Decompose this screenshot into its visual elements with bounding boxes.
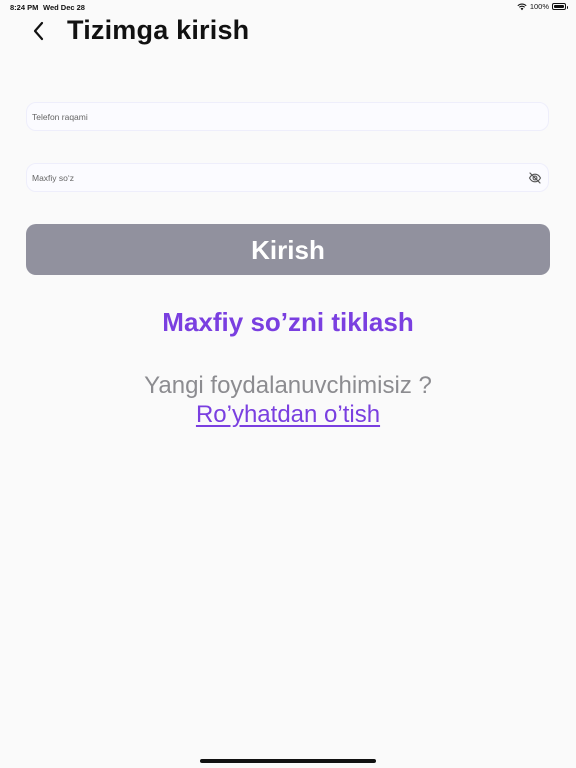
status-indicators: 100% xyxy=(517,2,568,11)
page-title: Tizimga kirish xyxy=(67,15,250,45)
register-link[interactable]: Ro’yhatdan o’tish xyxy=(0,401,576,429)
phone-input[interactable] xyxy=(27,103,548,130)
password-field[interactable] xyxy=(26,163,549,192)
eye-off-icon[interactable] xyxy=(528,171,542,185)
chevron-left-icon xyxy=(33,21,44,41)
battery-percentage: 100% xyxy=(529,2,549,11)
status-date: Wed Dec 28 xyxy=(43,3,85,12)
new-user-text: Yangi foydalanuvchimisiz ? xyxy=(144,372,432,399)
back-button[interactable] xyxy=(28,20,50,42)
login-button[interactable]: Kirish xyxy=(26,224,550,275)
status-bar: 8:24 PM Wed Dec 28 100% xyxy=(0,0,576,14)
home-indicator[interactable] xyxy=(200,759,376,763)
battery-level xyxy=(554,5,564,8)
phone-field[interactable] xyxy=(26,102,549,131)
status-time: 8:24 PM xyxy=(10,3,39,12)
header: Tizimga kirish xyxy=(0,14,576,50)
password-input[interactable] xyxy=(27,164,548,191)
wifi-icon xyxy=(517,3,527,11)
forgot-password-link[interactable]: Maxfiy so’zni tiklash xyxy=(0,307,576,338)
battery-icon xyxy=(552,3,568,10)
